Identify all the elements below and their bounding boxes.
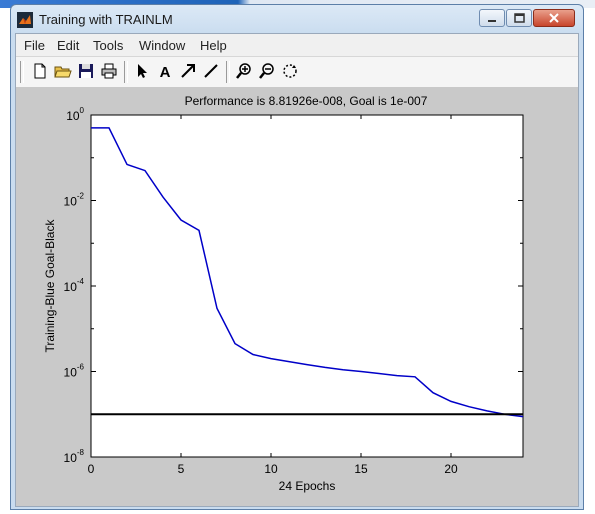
y-tick-label: 10-2 xyxy=(64,192,85,209)
performance-plot: Performance is 8.81926e-008, Goal is 1e-… xyxy=(43,94,524,493)
chart-title: Performance is 8.81926e-008, Goal is 1e-… xyxy=(185,94,428,108)
save-icon[interactable] xyxy=(76,61,96,81)
insert-arrow-icon[interactable] xyxy=(178,61,198,81)
window-title: Training with TRAINLM xyxy=(39,12,173,27)
matlab-logo-icon xyxy=(17,12,33,28)
x-tick-label: 5 xyxy=(178,462,185,476)
y-tick-label: 10-8 xyxy=(64,448,85,465)
maximize-button[interactable] xyxy=(506,9,532,27)
x-tick-label: 0 xyxy=(88,462,95,476)
insert-line-icon[interactable] xyxy=(201,61,221,81)
insert-text-icon[interactable]: A xyxy=(155,61,175,81)
y-tick-label: 100 xyxy=(66,106,84,123)
new-file-icon[interactable] xyxy=(30,61,50,81)
close-icon xyxy=(549,13,559,23)
minimize-icon xyxy=(488,20,496,22)
plot-axes[interactable] xyxy=(90,114,524,458)
y-tick-label: 10-4 xyxy=(64,277,85,294)
figure-toolbar: A xyxy=(16,56,578,88)
toolbar-separator xyxy=(124,61,128,83)
x-tick-labels: 0 5 10 15 20 xyxy=(88,462,458,476)
x-axis-label: 24 Epochs xyxy=(279,479,336,493)
y-tick-label: 10-6 xyxy=(64,363,85,380)
zoom-in-icon[interactable] xyxy=(234,61,254,81)
menu-edit[interactable]: Edit xyxy=(57,38,79,53)
svg-text:A: A xyxy=(160,64,171,81)
x-tick-label: 10 xyxy=(264,462,278,476)
close-button[interactable] xyxy=(533,9,575,27)
minimize-button[interactable] xyxy=(479,9,505,27)
zoom-out-icon[interactable] xyxy=(257,61,277,81)
y-tick-labels: 100 10-2 10-4 10-6 10-8 xyxy=(64,106,85,465)
menu-bar: File Edit Tools Window Help xyxy=(16,34,578,56)
maximize-icon xyxy=(514,13,525,23)
matlab-figure-window: Training with TRAINLM File Edit Tools Wi… xyxy=(10,4,584,510)
print-icon[interactable] xyxy=(99,61,119,81)
title-bar[interactable]: Training with TRAINLM xyxy=(11,5,583,33)
toolbar-separator xyxy=(226,61,230,83)
x-tick-label: 20 xyxy=(444,462,458,476)
rotate-icon[interactable] xyxy=(280,61,300,81)
toolbar-grip xyxy=(20,61,24,83)
figure-client-area: File Edit Tools Window Help A Performanc… xyxy=(15,33,579,507)
menu-window[interactable]: Window xyxy=(139,38,185,53)
figure-canvas: Performance is 8.81926e-008, Goal is 1e-… xyxy=(16,87,578,506)
menu-tools[interactable]: Tools xyxy=(93,38,123,53)
y-axis-label: Training-Blue Goal-Black xyxy=(43,219,57,353)
open-folder-icon[interactable] xyxy=(53,61,73,81)
select-arrow-icon[interactable] xyxy=(132,61,152,81)
menu-file[interactable]: File xyxy=(24,38,45,53)
x-tick-label: 15 xyxy=(354,462,368,476)
menu-help[interactable]: Help xyxy=(200,38,227,53)
